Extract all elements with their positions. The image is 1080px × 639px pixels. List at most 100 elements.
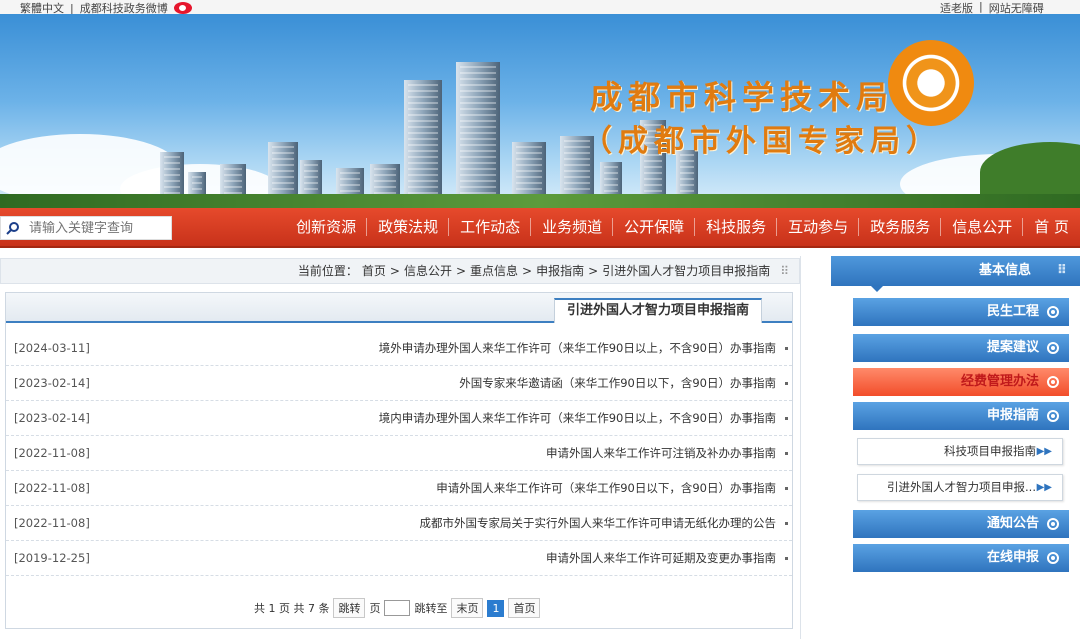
sidebar-subitem-foreign-talent-guides[interactable]: 引进外国人才智力项目申报... ▶▶ bbox=[857, 474, 1063, 501]
pager-summary: 共 1 页 共 7 条 bbox=[254, 602, 330, 615]
breadcrumb-separator: > bbox=[588, 264, 599, 278]
main-nav: 首 页 信息公开 政务服务 互动参与 科技服务 公开保障 业务频道 工作动态 政… bbox=[0, 208, 1080, 248]
sidebar-item-label: 提案建议 bbox=[986, 340, 1039, 355]
nav-item-gov-services[interactable]: 政务服务 bbox=[859, 208, 942, 246]
radio-dot-icon bbox=[1047, 306, 1059, 318]
pagination: 共 1 页 共 7 条 跳转 页 跳转至 末页 1 首页 bbox=[254, 598, 541, 618]
radio-dot-icon bbox=[1047, 552, 1059, 564]
list-item: 境内申请办理外国人来华工作许可（来华工作90日以上，不含90日）办事指南 [20… bbox=[6, 401, 792, 436]
nav-item-info-disclosure[interactable]: 信息公开 bbox=[941, 208, 1024, 246]
hill-decoration bbox=[980, 142, 1080, 202]
panel-header: 引进外国人才智力项目申报指南 bbox=[6, 293, 792, 323]
sidebar-item-notices[interactable]: 通知公告 bbox=[853, 510, 1069, 538]
sidebar-item-label: 通知公告 bbox=[986, 516, 1039, 531]
grip-icon: ⠿ bbox=[1056, 263, 1067, 278]
pager-page-input[interactable] bbox=[384, 600, 411, 616]
article-link[interactable]: 申请外国人来华工作许可延期及变更办事指南 bbox=[546, 541, 776, 576]
weibo-icon[interactable] bbox=[173, 2, 192, 14]
article-link[interactable]: 申请外国人来华工作许可注销及补办办事指南 bbox=[546, 436, 776, 471]
tower-decoration bbox=[456, 62, 500, 208]
breadcrumb: 当前位置： 首页 > 信息公开 > 重点信息 > 申报指南 > 引进外国人才智力… bbox=[0, 258, 800, 284]
sidebar-item-label: 在线申报 bbox=[986, 550, 1039, 565]
sidebar-header: 基本信息 ⠿ bbox=[831, 256, 1080, 292]
list-item: 外国专家来华邀请函（来华工作90日以下，含90日）办事指南 [2023-02-1… bbox=[6, 366, 792, 401]
sidebar-item-label: 申报指南 bbox=[986, 408, 1039, 423]
article-link[interactable]: 申请外国人来华工作许可（来华工作90日以下，含90日）办事指南 bbox=[436, 471, 776, 506]
sidebar-subitem-tech-guides[interactable]: 科技项目申报指南 ▶▶ bbox=[857, 438, 1063, 465]
article-date: [2022-11-08] bbox=[14, 516, 90, 530]
pager-page-unit: 页 bbox=[369, 602, 381, 615]
article-date: [2019-12-25] bbox=[14, 551, 90, 565]
search-icon[interactable] bbox=[1, 217, 25, 239]
list-item: 成都市外国专家局关于实行外国人来华工作许可申请无纸化办理的公告 [2022-11… bbox=[6, 506, 792, 541]
sidebar-subitem-label: 引进外国人才智力项目申报... bbox=[887, 480, 1036, 494]
double-arrow-icon: ▶▶ bbox=[1036, 482, 1052, 493]
search-box bbox=[0, 216, 172, 240]
sidebar-item-funding-rules[interactable]: 经费管理办法 bbox=[853, 368, 1069, 396]
header-banner: 成都市科学技术局 （成都市外国专家局） bbox=[0, 14, 1080, 208]
sidebar-item-label: 经费管理办法 bbox=[960, 374, 1039, 389]
list-item: 申请外国人来华工作许可（来华工作90日以下，含90日）办事指南 [2022-11… bbox=[6, 471, 792, 506]
nav-items: 首 页 信息公开 政务服务 互动参与 科技服务 公开保障 业务频道 工作动态 政… bbox=[285, 208, 1080, 246]
panel-tab-title[interactable]: 引进外国人才智力项目申报指南 bbox=[553, 298, 762, 323]
breadcrumb-path: 当前位置： 首页 > 信息公开 > 重点信息 > 申报指南 > 引进外国人才智力… bbox=[298, 259, 789, 283]
nav-item-work-news[interactable]: 工作动态 bbox=[449, 208, 532, 246]
nav-item-policies[interactable]: 政策法规 bbox=[367, 208, 450, 246]
breadcrumb-label: 当前位置： bbox=[297, 264, 358, 278]
radio-dot-icon bbox=[1047, 518, 1059, 530]
bullet-icon bbox=[785, 522, 788, 525]
pager-goto-label: 跳转至 bbox=[414, 602, 448, 615]
pager-current-page[interactable]: 1 bbox=[487, 599, 505, 617]
article-date: [2022-11-08] bbox=[14, 481, 90, 495]
bullet-icon bbox=[785, 382, 788, 385]
sidebar-item-livelihood[interactable]: 民生工程 bbox=[853, 298, 1069, 326]
nav-item-tech-services[interactable]: 科技服务 bbox=[695, 208, 778, 246]
list-item: 申请外国人来华工作许可延期及变更办事指南 [2019-12-25] bbox=[6, 541, 792, 576]
sidebar-item-proposals[interactable]: 提案建议 bbox=[853, 334, 1069, 362]
bureau-subtitle: （成都市外国专家局） bbox=[582, 124, 942, 159]
nav-item-home[interactable]: 首 页 bbox=[1023, 208, 1080, 246]
nav-item-innovation-resources[interactable]: 创新资源 bbox=[285, 208, 368, 246]
sidebar: 基本信息 ⠿ 民生工程 提案建议 经费管理办法 申报指南 科技项目申报指南 ▶▶… bbox=[800, 256, 1080, 639]
nav-item-business-channel[interactable]: 业务频道 bbox=[531, 208, 614, 246]
pager-jump-button[interactable]: 跳转 bbox=[333, 598, 366, 618]
breadcrumb-link-key-info[interactable]: 重点信息 bbox=[470, 259, 518, 283]
radio-dot-icon bbox=[1047, 410, 1059, 422]
bureau-title: 成都市科学技术局 bbox=[590, 78, 895, 116]
radio-dot-icon bbox=[1047, 376, 1059, 388]
breadcrumb-link-home[interactable]: 首页 bbox=[362, 259, 386, 283]
article-date: [2022-11-08] bbox=[14, 446, 90, 460]
pager-first-button[interactable]: 首页 bbox=[508, 598, 541, 618]
nav-item-interaction[interactable]: 互动参与 bbox=[777, 208, 860, 246]
ground-decoration bbox=[0, 194, 1080, 208]
top-utility-bar: 繁體中文 | 成都科技政务微博 适老版 | 网站无障碍 bbox=[0, 0, 1080, 15]
search-input[interactable] bbox=[25, 220, 165, 236]
article-link[interactable]: 成都市外国专家局关于实行外国人来华工作许可申请无纸化办理的公告 bbox=[420, 506, 777, 541]
article-date: [2024-03-11] bbox=[14, 341, 90, 355]
nav-item-disclosure-support[interactable]: 公开保障 bbox=[613, 208, 696, 246]
tower-decoration bbox=[404, 80, 442, 208]
sidebar-header-label: 基本信息 bbox=[978, 263, 1031, 278]
radio-dot-icon bbox=[1047, 342, 1059, 354]
pager-last-button[interactable]: 末页 bbox=[451, 598, 484, 618]
sidebar-subitem-label: 科技项目申报指南 bbox=[944, 444, 1036, 458]
article-link[interactable]: 外国专家来华邀请函（来华工作90日以下，含90日）办事指南 bbox=[459, 366, 776, 401]
breadcrumb-separator: > bbox=[522, 264, 533, 278]
bullet-icon bbox=[785, 347, 788, 350]
article-date: [2023-02-14] bbox=[14, 411, 90, 425]
breadcrumb-current[interactable]: 引进外国人才智力项目申报指南 bbox=[602, 259, 770, 283]
article-link[interactable]: 境内申请办理外国人来华工作许可（来华工作90日以上，不含90日）办事指南 bbox=[379, 401, 776, 436]
grip-icon: ⠿ bbox=[780, 264, 789, 278]
list-item: 申请外国人来华工作许可注销及补办办事指南 [2022-11-08] bbox=[6, 436, 792, 471]
sidebar-item-application-guides[interactable]: 申报指南 bbox=[853, 402, 1069, 430]
sidebar-item-online-application[interactable]: 在线申报 bbox=[853, 544, 1069, 572]
bullet-icon bbox=[785, 452, 788, 455]
bullet-icon bbox=[785, 557, 788, 560]
breadcrumb-link-guides[interactable]: 申报指南 bbox=[536, 259, 584, 283]
article-list: 境外申请办理外国人来华工作许可（来华工作90日以上，不含90日）办事指南 [20… bbox=[6, 331, 792, 576]
breadcrumb-link-info[interactable]: 信息公开 bbox=[404, 259, 452, 283]
breadcrumb-separator: > bbox=[455, 264, 467, 278]
double-arrow-icon: ▶▶ bbox=[1036, 446, 1052, 457]
breadcrumb-separator: > bbox=[389, 264, 400, 278]
article-link[interactable]: 境外申请办理外国人来华工作许可（来华工作90日以上，不含90日）办事指南 bbox=[379, 331, 776, 366]
